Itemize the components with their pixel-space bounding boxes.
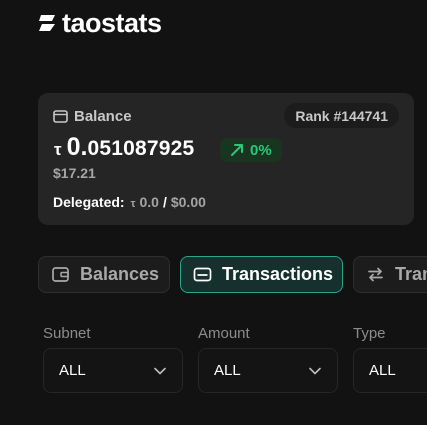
delegated-row: Delegated: τ 0.0 / $0.00 (53, 194, 206, 210)
balance-decimals: 051087925 (87, 137, 195, 160)
subnet-select[interactable]: ALL (43, 348, 183, 393)
tab-transactions[interactable]: Transactions (180, 256, 343, 293)
balance-title: Balance (74, 108, 132, 125)
amount-filter-label: Amount (198, 325, 250, 342)
chevron-down-icon (154, 367, 166, 374)
delegated-tao: 0.0 (139, 194, 159, 210)
balance-card-header: Balance (53, 108, 132, 125)
subnet-filter-label: Subnet (43, 325, 91, 342)
chevron-down-icon (309, 367, 321, 374)
balance-lead: 0. (66, 133, 88, 161)
taostats-logo-icon (39, 15, 55, 31)
arrow-up-right-icon (231, 144, 243, 156)
change-badge: 0% (220, 138, 282, 162)
wallet-icon (53, 110, 68, 123)
type-select[interactable]: ALL (353, 348, 427, 393)
balance-usd: $17.21 (53, 165, 96, 181)
tab-label: Transfers (395, 264, 427, 284)
logo-text: taostats (62, 7, 162, 38)
balance-amount: τ 0. 051087925 (54, 133, 194, 162)
taostats-logo[interactable]: taostats (38, 8, 162, 38)
rank-badge: Rank #144741 (284, 103, 399, 128)
tab-label: Transactions (222, 264, 334, 284)
card-icon (193, 267, 212, 282)
delegated-usd: $0.00 (170, 194, 206, 210)
amount-select[interactable]: ALL (198, 348, 338, 393)
delegated-separator: / (162, 194, 167, 210)
type-filter-label: Type (353, 325, 386, 342)
delegated-tao-symbol: τ (130, 198, 136, 210)
transfer-arrows-icon (368, 267, 383, 282)
balance-card: Balance Rank #144741 τ 0. 051087925 0% $… (38, 93, 414, 225)
subnet-select-value: ALL (59, 362, 86, 379)
type-select-value: ALL (369, 362, 396, 379)
change-value: 0% (250, 141, 272, 159)
tao-symbol: τ (54, 140, 62, 159)
tab-balances[interactable]: Balances (38, 256, 170, 293)
tab-label: Balances (80, 264, 160, 284)
tab-transfers[interactable]: Transfers (353, 256, 427, 293)
delegated-label: Delegated: (53, 194, 125, 210)
amount-select-value: ALL (214, 362, 241, 379)
wallet-icon (52, 267, 69, 282)
